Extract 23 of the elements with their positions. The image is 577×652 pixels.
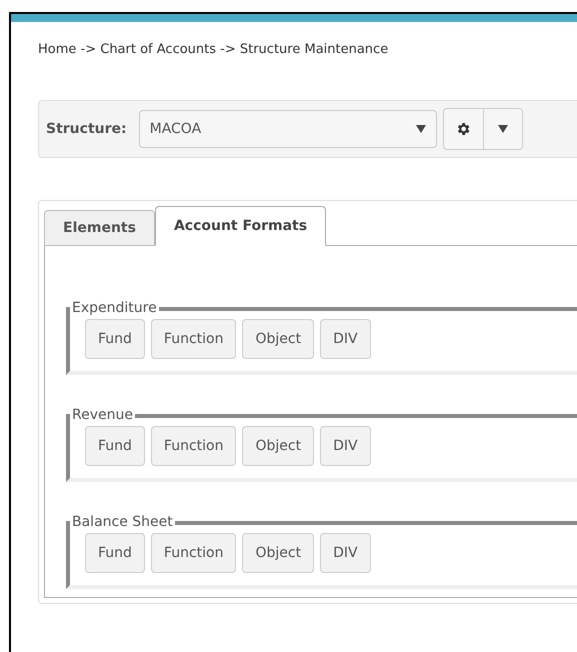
caret-icon: [498, 125, 508, 133]
format-legend: Balance Sheet: [70, 512, 175, 533]
tab[interactable]: Account Formats: [154, 206, 326, 246]
breadcrumb-link[interactable]: Home -> Chart of Accounts -> Structure Maintenance: [38, 42, 388, 57]
segment-button[interactable]: Function: [150, 319, 236, 359]
segment-button[interactable]: Function: [150, 533, 236, 573]
structure-select[interactable]: MACOA: [138, 110, 437, 148]
segment-button[interactable]: Object: [242, 533, 314, 573]
segment-button[interactable]: Object: [242, 426, 314, 466]
tab[interactable]: Elements: [44, 210, 155, 246]
segment-button[interactable]: Fund: [85, 319, 145, 359]
segment-button[interactable]: DIV: [320, 533, 371, 573]
structure-label: Structure:: [46, 120, 127, 138]
segment-button[interactable]: Function: [150, 426, 236, 466]
segment-button[interactable]: Object: [242, 319, 314, 359]
format-legend: Expenditure: [70, 298, 159, 319]
settings-icon: [455, 121, 472, 137]
segment-button[interactable]: Fund: [85, 426, 145, 466]
segment-button[interactable]: DIV: [320, 426, 371, 466]
segment-button[interactable]: DIV: [320, 319, 371, 359]
format-legend: Revenue: [70, 405, 135, 426]
segment-button[interactable]: Fund: [85, 533, 145, 573]
dropdown-caret-icon: [416, 125, 426, 133]
